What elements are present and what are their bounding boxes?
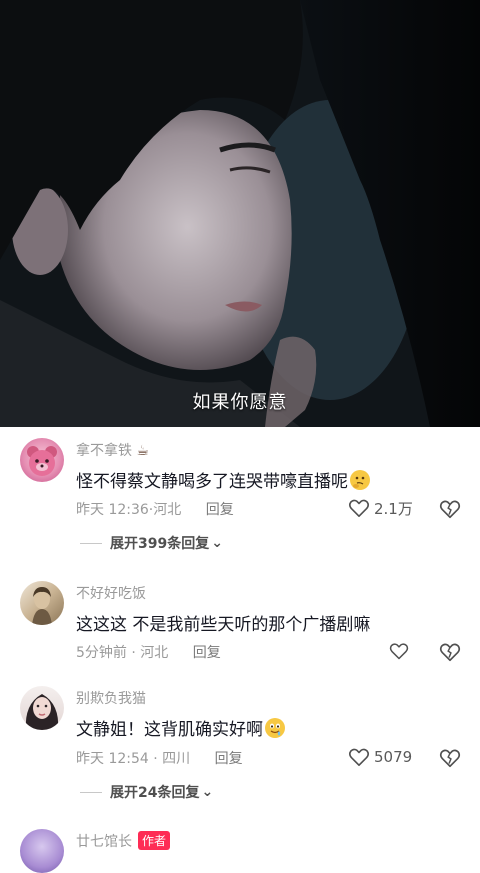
reply-button[interactable]: 回复 [206, 502, 234, 518]
divider-line [80, 791, 102, 793]
person-photo-icon [32, 587, 52, 625]
comment-meta: 5分钟前 · 河北 回复 [76, 645, 221, 661]
heart-icon [348, 499, 370, 517]
author-badge: 作者 [138, 831, 171, 850]
like-button[interactable]: 5079 [348, 746, 418, 768]
chevron-down-icon: ⌄ [201, 784, 214, 800]
like-button[interactable] [389, 640, 413, 662]
username[interactable]: 不好好吃饭 [76, 583, 146, 603]
coffee-emoji-icon: ☕ [136, 443, 150, 459]
video-frame-image [0, 0, 480, 427]
heart-icon [389, 643, 409, 660]
avatar[interactable] [20, 581, 64, 625]
comment-time: 昨天 12:54 [76, 751, 149, 767]
like-button[interactable]: 2.1万 [348, 497, 418, 519]
video-player[interactable]: 如果你愿意 [0, 0, 480, 427]
avatar[interactable] [20, 438, 64, 482]
drooling-emoji-icon [265, 718, 285, 738]
like-count: 5079 [374, 748, 413, 766]
dislike-heart-icon[interactable] [439, 641, 461, 663]
comment-text: 这这这 不是我前些天听的那个广播剧嘛 [76, 615, 371, 635]
comment-meta: 昨天 12:36·河北 回复 [76, 502, 234, 518]
expand-replies-button[interactable]: 展开24条回复 ⌄ [80, 782, 213, 802]
bear-avatar-icon [27, 446, 57, 476]
like-count: 2.1万 [374, 499, 413, 518]
comment-text: 怪不得蔡文静喝多了连哭带嚎直播呢 [76, 467, 370, 492]
comment-location: 河北 [140, 645, 169, 661]
video-subtitle: 如果你愿意 [192, 392, 288, 413]
avatar[interactable] [20, 829, 64, 873]
reply-button[interactable]: 回复 [215, 751, 243, 767]
comment-meta: 昨天 12:54 · 四川 回复 [76, 751, 243, 767]
expand-replies-button[interactable]: 展开399条回复 ⌄ [80, 533, 223, 553]
person-photo-icon [25, 694, 59, 730]
username[interactable]: 廿七馆长 作者 [76, 831, 171, 851]
avatar[interactable] [20, 686, 64, 730]
divider-line [80, 542, 102, 544]
chevron-down-icon: ⌄ [211, 535, 223, 551]
comment-location: 四川 [162, 751, 191, 767]
comment-time: 5分钟前 [76, 645, 127, 661]
reply-button[interactable]: 回复 [193, 645, 221, 661]
dislike-heart-icon[interactable] [439, 747, 461, 769]
comment-time: 昨天 12:36 [76, 502, 149, 518]
username[interactable]: 别欺负我猫 [76, 688, 146, 708]
comment-location: 河北 [153, 502, 182, 518]
comment-list[interactable]: 拿不拿铁 ☕ 怪不得蔡文静喝多了连哭带嚎直播呢 昨天 12:36·河北 回复 2… [0, 427, 480, 873]
comment-text: 文静姐！这背肌确实好啊 [76, 715, 285, 740]
heart-icon [348, 748, 370, 766]
thinking-emoji-icon [350, 470, 370, 490]
username[interactable]: 拿不拿铁 ☕ [76, 440, 149, 460]
dislike-heart-icon[interactable] [439, 498, 461, 520]
